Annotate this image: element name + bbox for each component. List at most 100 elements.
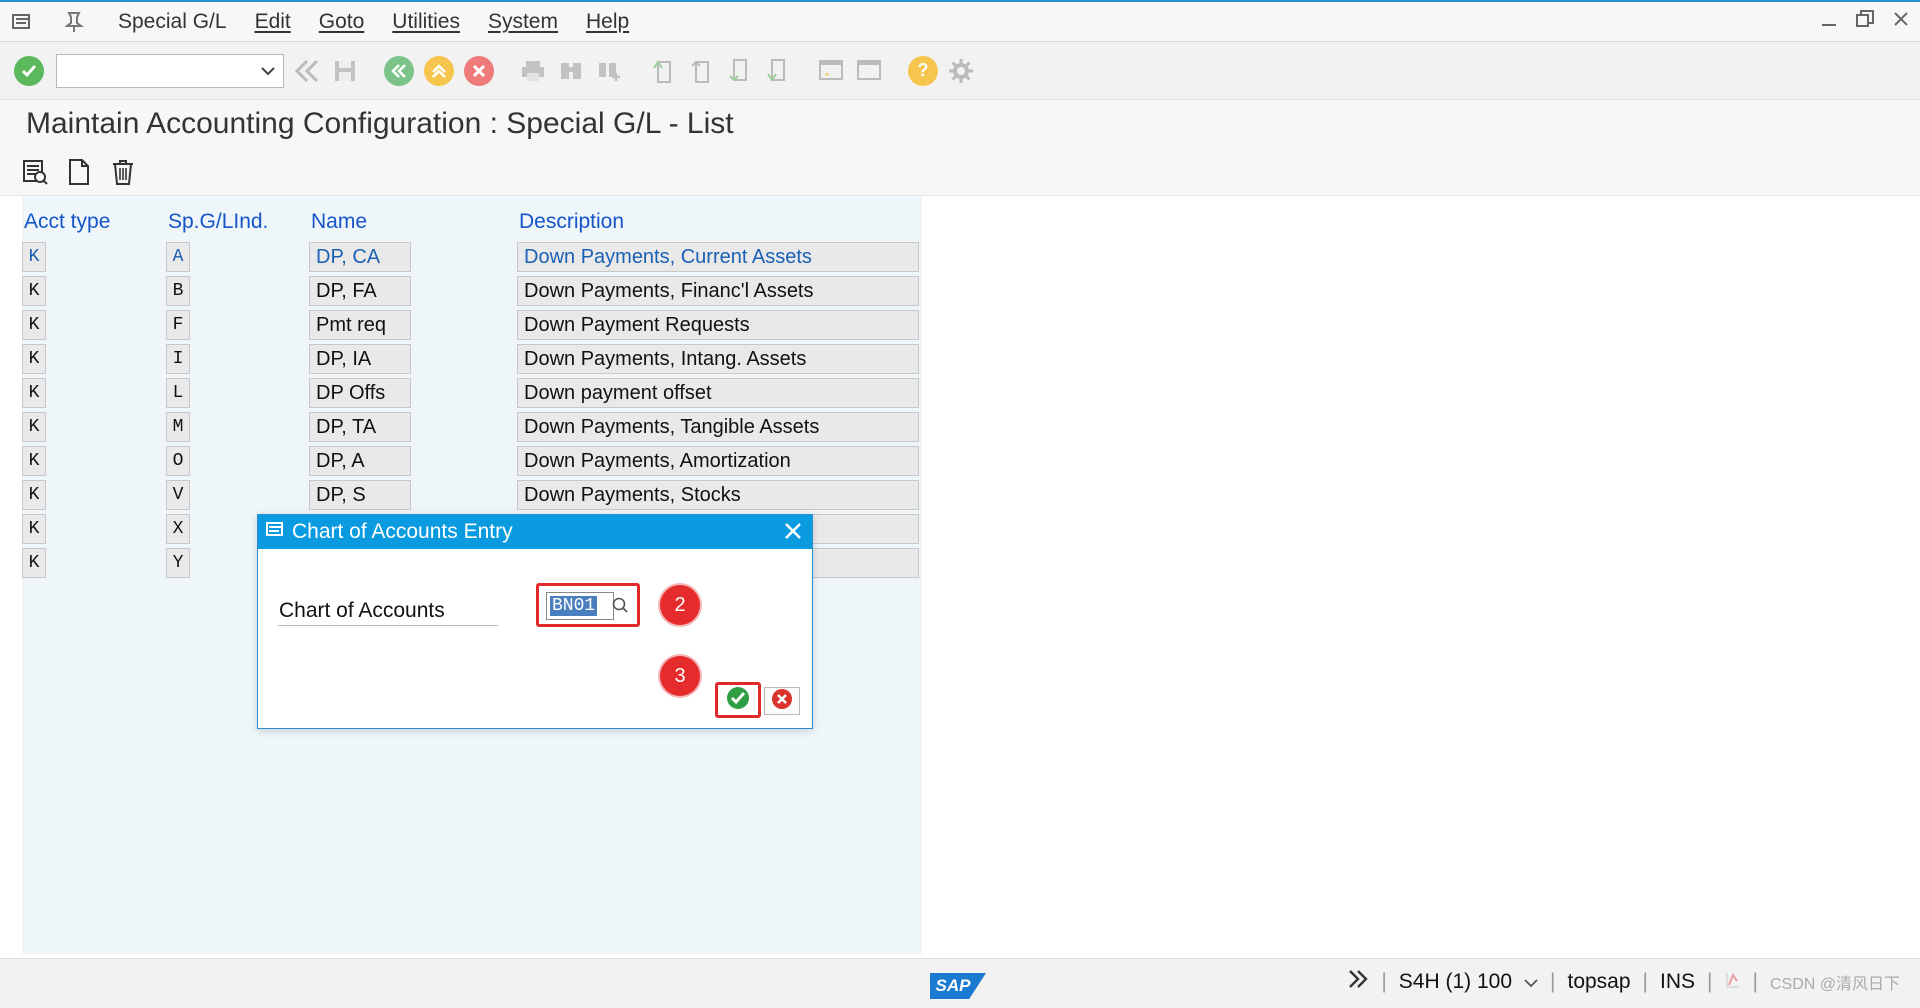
cell-name[interactable]: DP, A <box>309 446 411 476</box>
cell-description[interactable]: Down Payment Requests <box>517 310 919 340</box>
print-icon[interactable] <box>518 56 548 86</box>
column-header-spgl-ind[interactable]: Sp.G/LInd. <box>168 210 268 234</box>
cell-acct-type[interactable]: K <box>22 548 46 578</box>
cell-spgl-ind[interactable]: L <box>166 378 190 408</box>
find-icon[interactable] <box>556 56 586 86</box>
cell-name[interactable]: DP, S <box>309 480 411 510</box>
cell-acct-type[interactable]: K <box>22 480 46 510</box>
cell-acct-type[interactable]: K <box>22 378 46 408</box>
application-toolbar <box>0 148 1920 196</box>
find-next-icon[interactable] <box>594 56 624 86</box>
cell-acct-type[interactable]: K <box>22 514 46 544</box>
chevron-down-icon[interactable] <box>261 63 275 79</box>
command-field[interactable] <box>56 53 284 88</box>
insert-mode[interactable]: INS <box>1660 970 1695 994</box>
column-header-name[interactable]: Name <box>311 210 367 234</box>
dialog-window-icon <box>266 520 286 544</box>
cell-spgl-ind[interactable]: I <box>166 344 190 374</box>
restore-icon[interactable] <box>1856 10 1874 28</box>
column-header-acct-type[interactable]: Acct type <box>24 210 110 234</box>
system-menu-icon[interactable] <box>10 11 36 33</box>
pin-icon[interactable] <box>62 11 88 33</box>
exit-icon[interactable] <box>424 55 454 86</box>
next-page-icon[interactable] <box>724 56 754 86</box>
continue-button[interactable] <box>715 682 761 718</box>
double-chevron-left-icon[interactable] <box>292 56 322 86</box>
cancel-icon[interactable] <box>464 55 494 86</box>
cell-description[interactable]: Down Payments, Amortization <box>517 446 919 476</box>
table-row[interactable]: K I DP, IA Down Payments, Intang. Assets <box>22 344 922 374</box>
last-page-icon[interactable] <box>762 56 792 86</box>
settings-gear-icon[interactable] <box>946 56 976 86</box>
minimize-icon[interactable] <box>1820 10 1838 28</box>
menu-utilities[interactable]: Utilities <box>392 10 460 34</box>
cell-name[interactable]: DP, IA <box>309 344 411 374</box>
input-highlight: BN01 <box>536 583 640 627</box>
cell-spgl-ind[interactable]: B <box>166 276 190 306</box>
table-row[interactable]: K F Pmt req Down Payment Requests <box>22 310 922 340</box>
cell-acct-type[interactable]: K <box>22 310 46 340</box>
table-row[interactable]: K V DP, S Down Payments, Stocks <box>22 480 922 510</box>
cell-acct-type[interactable]: K <box>22 412 46 442</box>
table-row[interactable]: K O DP, A Down Payments, Amortization <box>22 446 922 476</box>
shortcut-icon[interactable] <box>854 56 884 86</box>
cell-description[interactable]: Down payment offset <box>517 378 919 408</box>
cell-name[interactable]: DP, CA <box>309 242 411 272</box>
value-help-search-icon[interactable] <box>609 594 631 616</box>
separator: | <box>1550 970 1556 993</box>
cell-description[interactable]: Down Payments, Intang. Assets <box>517 344 919 374</box>
menu-help[interactable]: Help <box>586 10 629 34</box>
display-change-icon[interactable] <box>20 157 50 187</box>
separator: | <box>1752 970 1758 993</box>
menu-system[interactable]: System <box>488 10 558 34</box>
cell-acct-type[interactable]: K <box>22 446 46 476</box>
close-window-icon[interactable] <box>1892 10 1910 28</box>
cell-description[interactable]: Down Payments, Current Assets <box>517 242 919 272</box>
cell-spgl-ind[interactable]: Y <box>166 548 190 578</box>
close-icon[interactable] <box>784 519 802 547</box>
cell-acct-type[interactable]: K <box>22 276 46 306</box>
cell-name[interactable]: DP Offs <box>309 378 411 408</box>
delete-trash-icon[interactable] <box>108 157 138 187</box>
enter-icon[interactable] <box>14 55 44 86</box>
chart-of-accounts-value[interactable]: BN01 <box>550 596 598 616</box>
new-entries-icon[interactable] <box>64 157 94 187</box>
dialog-header: Chart of Accounts Entry <box>258 515 812 549</box>
cell-spgl-ind[interactable]: F <box>166 310 190 340</box>
menu-goto[interactable]: Goto <box>319 10 365 34</box>
system-client-info[interactable]: S4H (1) 100 <box>1399 970 1512 994</box>
table-row[interactable]: K B DP, FA Down Payments, Financ'l Asset… <box>22 276 922 306</box>
cell-spgl-ind[interactable]: V <box>166 480 190 510</box>
cell-name[interactable]: Pmt req <box>309 310 411 340</box>
cell-description[interactable]: Down Payments, Financ'l Assets <box>517 276 919 306</box>
cell-acct-type[interactable]: K <box>22 344 46 374</box>
cell-spgl-ind[interactable]: O <box>166 446 190 476</box>
dialog-title: Chart of Accounts Entry <box>292 520 513 543</box>
first-page-icon[interactable] <box>648 56 678 86</box>
system-dropdown-icon[interactable] <box>1524 970 1538 994</box>
back-icon[interactable] <box>384 55 414 86</box>
standard-toolbar: ? <box>0 42 1920 100</box>
table-row[interactable]: K A DP, CA Down Payments, Current Assets <box>22 242 922 272</box>
double-chevron-right-icon[interactable] <box>1347 969 1369 995</box>
cell-description[interactable]: Down Payments, Tangible Assets <box>517 412 919 442</box>
separator: | <box>1707 970 1713 993</box>
new-session-icon[interactable] <box>816 56 846 86</box>
column-header-description[interactable]: Description <box>519 210 624 234</box>
cell-spgl-ind[interactable]: A <box>166 242 190 272</box>
menu-special-gl[interactable]: Special G/L <box>118 10 227 34</box>
table-row[interactable]: K M DP, TA Down Payments, Tangible Asset… <box>22 412 922 442</box>
previous-page-icon[interactable] <box>686 56 716 86</box>
cell-name[interactable]: DP, TA <box>309 412 411 442</box>
table-row[interactable]: K L DP Offs Down payment offset <box>22 378 922 408</box>
cell-description[interactable]: Down Payments, Stocks <box>517 480 919 510</box>
save-icon[interactable] <box>330 56 360 86</box>
cell-spgl-ind[interactable]: M <box>166 412 190 442</box>
cell-acct-type[interactable]: K <box>22 242 46 272</box>
cancel-button[interactable] <box>764 687 800 715</box>
menu-edit[interactable]: Edit <box>255 10 291 34</box>
help-icon[interactable]: ? <box>908 55 938 86</box>
cell-spgl-ind[interactable]: X <box>166 514 190 544</box>
chart-of-accounts-input[interactable]: BN01 <box>546 592 614 620</box>
cell-name[interactable]: DP, FA <box>309 276 411 306</box>
